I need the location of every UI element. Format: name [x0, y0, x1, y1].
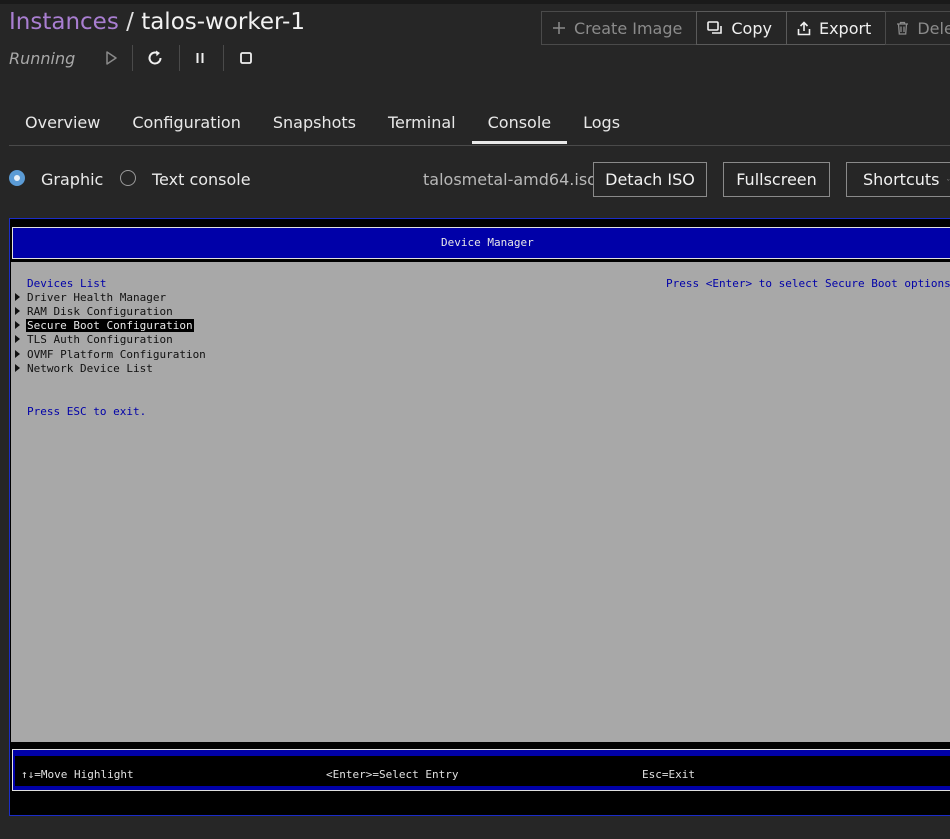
bios-body: Devices List Driver Health Manager RAM D… — [11, 262, 950, 742]
devices-list-title: Devices List — [27, 277, 107, 290]
esc-hint: Press ESC to exit. — [27, 405, 147, 418]
tab-console[interactable]: Console — [471, 100, 568, 144]
breadcrumb-instances-link[interactable]: Instances — [9, 9, 119, 35]
plus-icon — [553, 22, 565, 34]
create-image-button[interactable]: Create Image — [541, 11, 698, 45]
tab-overview[interactable]: Overview — [9, 100, 116, 144]
bios-menu-item[interactable]: OVMF Platform Configuration — [27, 348, 206, 361]
triangle-right-icon — [15, 364, 20, 372]
tab-logs[interactable]: Logs — [567, 100, 636, 144]
start-button[interactable] — [98, 44, 124, 72]
window-top-edge — [0, 0, 950, 4]
triangle-right-icon — [15, 335, 20, 343]
copy-button[interactable]: Copy — [696, 11, 787, 45]
graphic-mode-label[interactable]: Graphic — [41, 170, 103, 189]
shortcuts-dropdown[interactable]: Shortcuts — [846, 162, 950, 197]
control-divider — [132, 45, 133, 71]
bios-menu-item-selected[interactable]: Secure Boot Configuration — [26, 319, 194, 332]
page-title: Instances / talos-worker-1 — [9, 9, 305, 35]
restart-button[interactable] — [142, 44, 168, 72]
vm-display: Device Manager Devices List Driver Healt… — [10, 219, 950, 815]
instance-tabs: Overview Configuration Snapshots Termina… — [9, 100, 636, 146]
export-label: Export — [818, 18, 872, 38]
bios-footer-bar: ↑↓=Move Highlight <Enter>=Select Entry E… — [12, 749, 950, 791]
export-icon — [797, 20, 811, 35]
text-console-radio[interactable] — [120, 170, 136, 186]
bios-menu-item[interactable]: Network Device List — [27, 362, 153, 375]
tab-label: Terminal — [387, 113, 456, 132]
bios-menu-item[interactable]: Driver Health Manager — [27, 291, 166, 304]
tabs-divider — [9, 145, 950, 146]
attached-iso-name: talosmetal-amd64.iso — [423, 170, 597, 189]
triangle-right-icon — [15, 293, 20, 301]
fullscreen-button[interactable]: Fullscreen — [723, 162, 830, 197]
instance-name: talos-worker-1 — [141, 9, 305, 35]
footer-move-hint: ↑↓=Move Highlight — [21, 768, 134, 781]
bios-header-title: Device Manager — [441, 236, 534, 249]
delete-label: Delete — [917, 18, 950, 38]
pause-icon — [196, 53, 204, 63]
tab-label: Snapshots — [272, 113, 356, 132]
breadcrumb-separator: / — [118, 9, 142, 35]
graphic-mode-radio[interactable] — [9, 170, 25, 186]
export-button[interactable]: Export — [785, 11, 887, 45]
instance-actions: Create Image Copy Export Delete — [541, 11, 950, 45]
tab-label: Console — [487, 113, 552, 132]
footer-select-hint: <Enter>=Select Entry — [326, 768, 459, 781]
tab-snapshots[interactable]: Snapshots — [257, 100, 372, 144]
control-divider — [179, 45, 180, 71]
copy-icon — [707, 21, 723, 34]
triangle-right-icon — [15, 321, 20, 329]
tab-label: Overview — [25, 113, 101, 132]
control-divider — [223, 45, 224, 71]
create-image-label: Create Image — [574, 18, 683, 38]
bios-menu-item[interactable]: RAM Disk Configuration — [27, 305, 173, 318]
help-text: Press <Enter> to select Secure Boot opti… — [666, 277, 950, 290]
tab-label: Logs — [583, 113, 621, 132]
delete-button[interactable]: Delete — [885, 11, 950, 45]
detach-iso-button[interactable]: Detach ISO — [593, 162, 707, 197]
vm-console-screen[interactable]: Device Manager Devices List Driver Healt… — [9, 218, 950, 816]
pause-button[interactable] — [187, 44, 213, 72]
triangle-right-icon — [15, 307, 20, 315]
selected-item-label: Secure Boot Configuration — [26, 319, 194, 332]
play-icon — [106, 51, 117, 65]
instance-status: Running — [9, 49, 76, 68]
stop-button[interactable] — [233, 44, 259, 72]
bios-menu-item[interactable]: TLS Auth Configuration — [27, 333, 173, 346]
restart-icon — [148, 50, 162, 65]
tab-label: Configuration — [132, 113, 241, 132]
tab-terminal[interactable]: Terminal — [372, 100, 472, 144]
footer-exit-hint: Esc=Exit — [642, 768, 695, 781]
triangle-right-icon — [15, 350, 20, 358]
text-console-label[interactable]: Text console — [152, 170, 251, 189]
tab-configuration[interactable]: Configuration — [116, 100, 257, 144]
trash-icon — [897, 21, 909, 35]
stop-icon — [240, 52, 252, 64]
bios-header-bar: Device Manager — [12, 227, 950, 259]
copy-label: Copy — [731, 18, 772, 38]
shortcuts-label: Shortcuts — [863, 170, 940, 189]
bios-footer-inner: ↑↓=Move Highlight <Enter>=Select Entry E… — [15, 756, 950, 786]
